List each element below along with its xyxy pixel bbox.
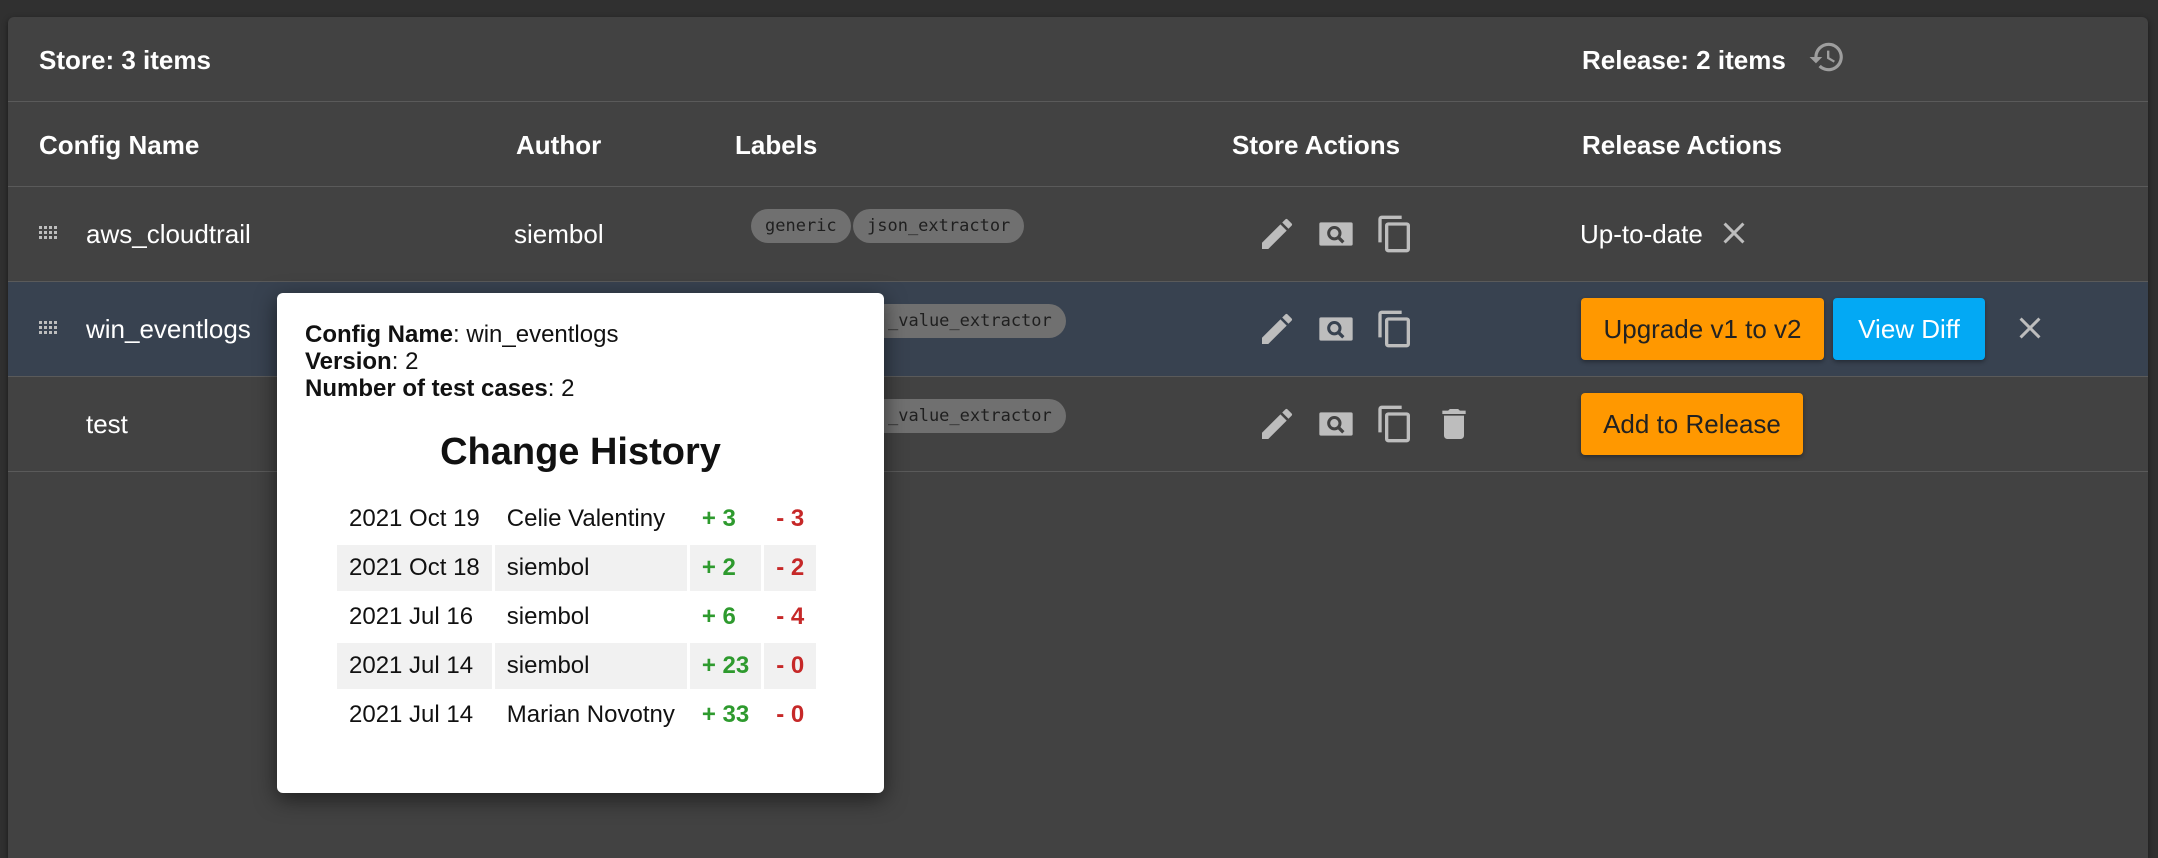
history-removed: - 3 xyxy=(776,505,805,532)
history-date: 2021 Oct 18 xyxy=(337,545,492,591)
author: siembol xyxy=(514,219,604,249)
drag-handle-icon[interactable] xyxy=(39,225,59,241)
history-author: siembol xyxy=(506,603,590,630)
store-toolbar: Store: 3 items Release: 2 items xyxy=(8,17,2148,102)
history-icon[interactable] xyxy=(1808,38,1846,76)
edit-icon[interactable] xyxy=(1257,309,1297,349)
change-history-table: 2021 Oct 19 Celie Valentiny + 3 - 3 2021… xyxy=(334,493,819,741)
remove-icon[interactable] xyxy=(1716,215,1752,251)
release-title: Release: 2 items xyxy=(1582,45,1786,75)
change-history-title: Change History xyxy=(440,431,721,473)
history-author: siembol xyxy=(494,643,687,689)
history-added: + 6 xyxy=(701,603,736,630)
history-removed: - 4 xyxy=(776,603,805,630)
col-store-actions: Store Actions xyxy=(1232,130,1401,160)
popup-version: Version: 2 xyxy=(305,348,419,375)
label-chip: _value_extractor xyxy=(868,304,1066,338)
edit-icon[interactable] xyxy=(1257,214,1297,254)
release-status: Up-to-date xyxy=(1580,219,1703,249)
history-row: 2021 Oct 18 siembol + 2 - 2 xyxy=(337,545,817,591)
label-chip: _value_extractor xyxy=(868,399,1066,433)
config-name: test xyxy=(86,409,128,439)
view-diff-button[interactable]: View Diff xyxy=(1833,298,1985,360)
delete-icon[interactable] xyxy=(1434,404,1474,444)
history-author: siembol xyxy=(494,545,687,591)
history-row: 2021 Jul 14 Marian Novotny + 33 - 0 xyxy=(337,692,816,738)
table-header: Config Name Author Labels Store Actions … xyxy=(8,102,2148,187)
store-title: Store: 3 items xyxy=(39,45,211,75)
search-icon[interactable] xyxy=(1316,404,1356,444)
col-release-actions: Release Actions xyxy=(1582,130,1782,160)
config-info-popup: Config Name: win_eventlogs Version: 2 Nu… xyxy=(277,293,884,793)
history-date: 2021 Jul 16 xyxy=(349,603,474,630)
config-name: aws_cloudtrail xyxy=(86,219,251,249)
history-removed: - 0 xyxy=(776,701,805,728)
history-row: 2021 Oct 19 Celie Valentiny + 3 - 3 xyxy=(337,496,816,542)
history-added: + 3 xyxy=(701,505,736,532)
col-config-name[interactable]: Config Name xyxy=(39,130,199,160)
history-date: 2021 Oct 19 xyxy=(349,505,480,532)
history-row: 2021 Jul 16 siembol + 6 - 4 xyxy=(337,594,816,640)
popup-test-cases: Number of test cases: 2 xyxy=(305,375,575,402)
history-author: Celie Valentiny xyxy=(506,505,666,532)
col-author[interactable]: Author xyxy=(516,130,601,160)
history-removed: - 2 xyxy=(764,545,817,591)
history-removed: - 0 xyxy=(764,643,817,689)
history-author: Marian Novotny xyxy=(506,701,675,728)
history-added: + 23 xyxy=(689,643,762,689)
config-name: win_eventlogs xyxy=(86,314,251,344)
popup-config-name: Config Name: win_eventlogs xyxy=(305,321,619,348)
label-chip: generic xyxy=(751,209,851,243)
history-added: + 2 xyxy=(689,545,762,591)
search-icon[interactable] xyxy=(1316,309,1356,349)
history-row: 2021 Jul 14 siembol + 23 - 0 xyxy=(337,643,817,689)
copy-icon[interactable] xyxy=(1375,404,1415,444)
drag-handle-icon[interactable] xyxy=(39,320,59,336)
table-row[interactable]: aws_cloudtrail siembol generic json_extr… xyxy=(8,187,2148,282)
col-labels: Labels xyxy=(735,130,818,160)
label-chip: json_extractor xyxy=(853,209,1025,243)
history-added: + 33 xyxy=(701,701,750,728)
history-date: 2021 Jul 14 xyxy=(349,701,474,728)
add-to-release-button[interactable]: Add to Release xyxy=(1581,393,1803,455)
history-date: 2021 Jul 14 xyxy=(337,643,492,689)
remove-icon[interactable] xyxy=(2012,310,2048,346)
upgrade-button[interactable]: Upgrade v1 to v2 xyxy=(1581,298,1824,360)
search-icon[interactable] xyxy=(1316,214,1356,254)
copy-icon[interactable] xyxy=(1375,214,1415,254)
copy-icon[interactable] xyxy=(1375,309,1415,349)
edit-icon[interactable] xyxy=(1257,404,1297,444)
